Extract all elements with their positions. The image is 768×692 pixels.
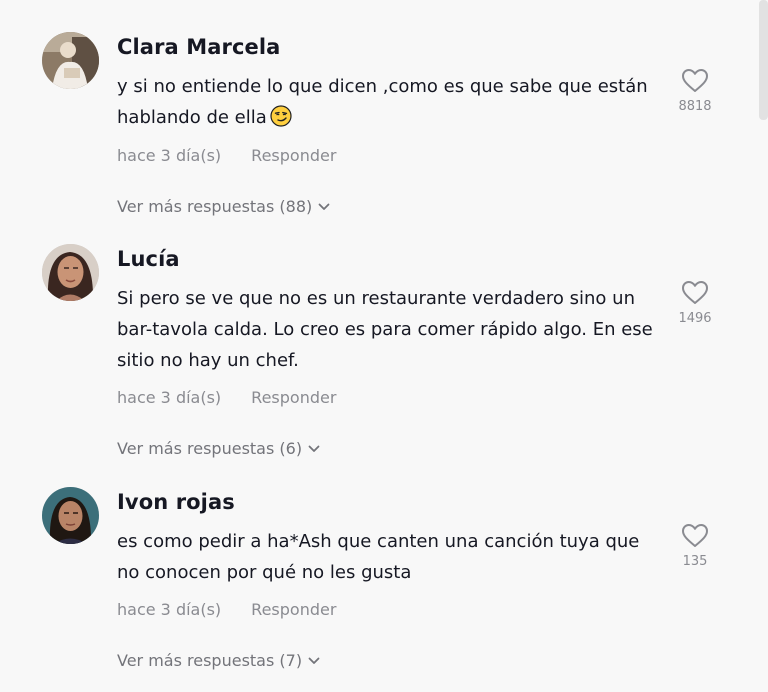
comment-username[interactable]: Lucía [117,247,180,271]
comment-text: es como pedir a ha*Ash que canten una ca… [117,531,640,583]
comment-timestamp: hace 3 día(s) [117,600,222,619]
view-more-replies-label: Ver más respuestas (6) [117,439,303,458]
heart-outline-icon[interactable] [681,68,709,93]
comment-username[interactable]: Clara Marcela [117,35,280,59]
comment-meta: hace 3 día(s) Responder [117,388,336,407]
avatar[interactable] [42,32,99,89]
comment-username[interactable]: Ivon rojas [117,490,235,514]
chevron-down-icon [308,657,320,664]
like-count: 135 [682,554,708,569]
chevron-down-icon [308,445,320,452]
like-count: 8818 [678,99,712,114]
comment-timestamp: hace 3 día(s) [117,146,222,165]
like-group: 135 [665,523,725,569]
scrollbar-thumb[interactable] [759,0,768,120]
comment-text: y si no entiende lo que dicen ,como es q… [117,71,662,133]
avatar-photo [42,244,99,301]
avatar[interactable] [42,487,99,544]
comment-meta: hace 3 día(s) Responder [117,600,336,619]
smirking-face-emoji [270,105,292,127]
like-group: 1496 [665,280,725,326]
view-more-replies-button[interactable]: Ver más respuestas (88) [117,197,330,216]
view-more-replies-label: Ver más respuestas (7) [117,651,303,670]
like-group: 8818 [665,68,725,114]
view-more-replies-button[interactable]: Ver más respuestas (6) [117,439,320,458]
comment-text: Si pero se ve que no es un restaurante v… [117,288,653,371]
reply-button[interactable]: Responder [251,388,336,407]
heart-outline-icon[interactable] [681,280,709,305]
view-more-replies-button[interactable]: Ver más respuestas (7) [117,651,320,670]
avatar-photo [42,487,99,544]
reply-button[interactable]: Responder [251,146,336,165]
comment-timestamp: hace 3 día(s) [117,388,222,407]
comment-meta: hace 3 día(s) Responder [117,146,336,165]
reply-button[interactable]: Responder [251,600,336,619]
avatar-photo [42,32,99,89]
view-more-replies-label: Ver más respuestas (88) [117,197,313,216]
like-count: 1496 [678,311,712,326]
comments-panel: Clara Marcela y si no entiende lo que di… [0,0,768,692]
heart-outline-icon[interactable] [681,523,709,548]
comment-text-body: y si no entiende lo que dicen ,como es q… [117,76,648,128]
avatar[interactable] [42,244,99,301]
chevron-down-icon [318,203,330,210]
